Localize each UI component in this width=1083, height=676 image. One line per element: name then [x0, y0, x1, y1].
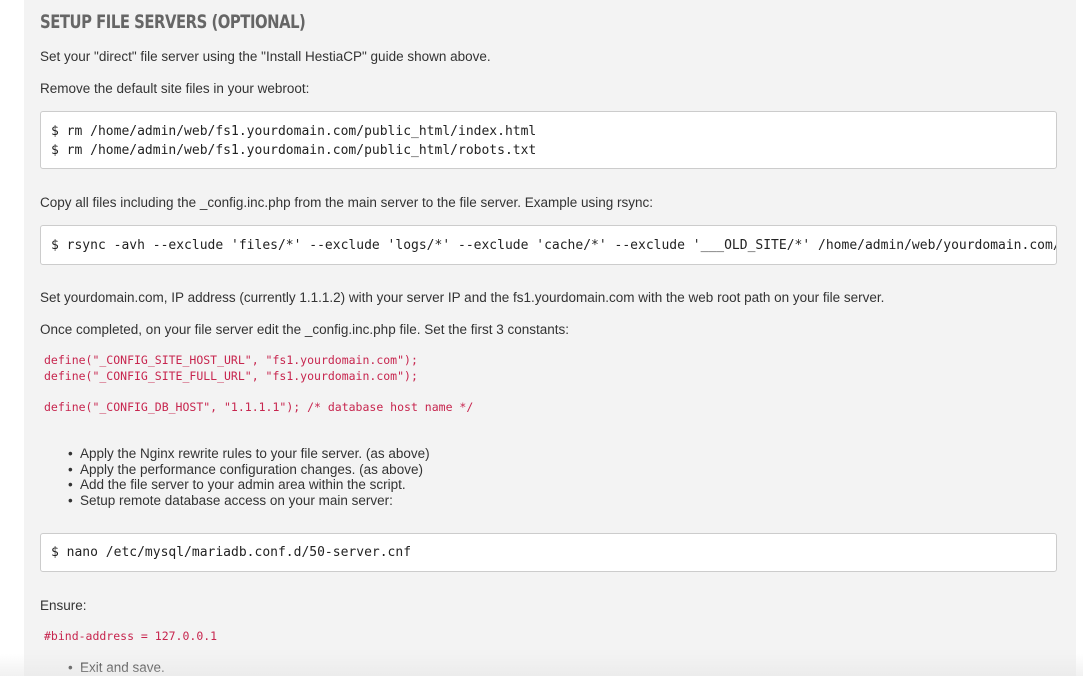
- paragraph-remove: Remove the default site files in your we…: [40, 81, 310, 96]
- code-block-nano[interactable]: $ nano /etc/mysql/mariadb.conf.d/50-serv…: [40, 533, 1057, 572]
- code-full-url: define("_CONFIG_SITE_FULL_URL", "fs1.you…: [44, 369, 418, 383]
- list-item: • Exit and save.: [68, 660, 165, 675]
- list-item: • Apply the Nginx rewrite rules to your f…: [68, 446, 430, 461]
- section-title: Setup File Servers (optional): [40, 11, 306, 33]
- paragraph-once: Once completed, on your file server edit…: [40, 322, 570, 337]
- bullet-icon: •: [68, 446, 73, 461]
- code-host-url: define("_CONFIG_SITE_HOST_URL", "fs1.you…: [44, 353, 418, 367]
- code-bind-address: #bind-address = 127.0.0.1: [44, 629, 218, 643]
- page-panel: Setup File Servers (optional) Set your "…: [24, 0, 1076, 676]
- bullet-icon: •: [68, 492, 73, 508]
- bullet-list-2: • Exit and save.: [68, 660, 165, 676]
- paragraph-direct: Set your "direct" file server using the …: [40, 49, 491, 64]
- code-db-host: define("_CONFIG_DB_HOST", "1.1.1.1"); /*…: [44, 400, 474, 414]
- bullet-icon: •: [68, 461, 73, 477]
- code-line: $ rm /home/admin/web/fs1.yourdomain.com/…: [51, 124, 537, 139]
- list-item: • Setup remote database access on your ma…: [68, 492, 393, 508]
- list-item: • Apply the performance configuration cha…: [68, 461, 423, 477]
- bullet-icon: •: [68, 660, 73, 675]
- list-item: • Add the file server to your admin area …: [68, 477, 406, 492]
- code-block-rm[interactable]: $ rm /home/admin/web/fs1.yourdomain.com/…: [40, 111, 1057, 169]
- bullet-icon: •: [68, 477, 73, 492]
- bullet-list: • Apply the Nginx rewrite rules to your f…: [68, 446, 430, 508]
- code-line: $ nano /etc/mysql/mariadb.conf.d/50-serv…: [51, 545, 412, 560]
- paragraph-ensure: Ensure:: [40, 598, 87, 613]
- code-line: $ rsync -avh --exclude 'files/*' --exclu…: [51, 238, 1057, 253]
- code-line: $ rm /home/admin/web/fs1.yourdomain.com/…: [51, 143, 537, 158]
- code-block-rsync[interactable]: $ rsync -avh --exclude 'files/*' --exclu…: [40, 225, 1057, 265]
- paragraph-set-domain: Set yourdomain.com, IP address (currentl…: [40, 290, 885, 305]
- paragraph-copy: Copy all files including the _config.inc…: [40, 195, 654, 210]
